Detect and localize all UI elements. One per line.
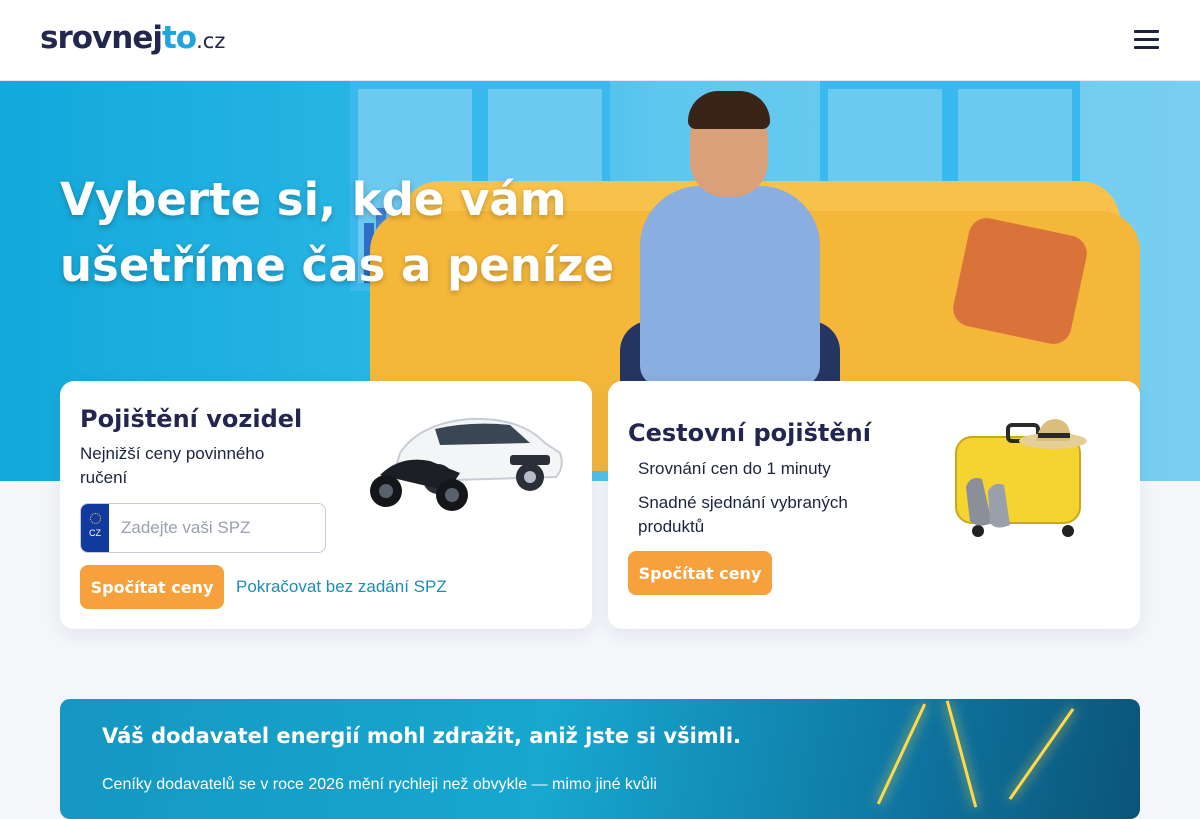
- spz-input-wrapper: CZ: [80, 503, 326, 553]
- lightning-decoration: [876, 703, 927, 805]
- hamburger-icon: [1134, 30, 1159, 33]
- site-header: srovnejto.cz: [0, 0, 1200, 81]
- energy-banner-title: Váš dodavatel energií mohl zdražit, aniž…: [102, 724, 742, 748]
- hero-title-line1: Vyberte si, kde vám: [60, 173, 567, 226]
- energy-promo-banner[interactable]: Váš dodavatel energií mohl zdražit, aniž…: [60, 699, 1140, 819]
- hero-title-line2: ušetříme čas a peníze: [60, 239, 614, 292]
- hamburger-icon-bar: [1134, 38, 1159, 41]
- continue-without-spz-link[interactable]: Pokračovat bez zadání SPZ: [236, 577, 447, 597]
- hero-title: Vyberte si, kde vám ušetříme čas a peníz…: [60, 167, 620, 299]
- car-motorcycle-image: [370, 417, 563, 511]
- vehicle-card-subtitle-line1: Nejnižší ceny povinného: [80, 444, 265, 463]
- spz-input[interactable]: [109, 504, 325, 552]
- logo-main-text: srovnej: [40, 20, 163, 56]
- vehicle-card-title: Pojištění vozidel: [80, 405, 303, 433]
- logo-tld-text: .cz: [196, 29, 226, 53]
- person-illustration-hair: [688, 91, 770, 129]
- site-logo[interactable]: srovnejto.cz: [40, 18, 225, 61]
- logo-accent-text: to: [161, 20, 197, 56]
- vehicle-card-subtitle-line2: ručení: [80, 468, 128, 487]
- hamburger-menu-button[interactable]: [1130, 26, 1164, 54]
- eu-stars-icon: [89, 513, 101, 524]
- travel-card-bullet: Snadné sjednání vybraných: [638, 493, 848, 512]
- travel-calculate-button[interactable]: Spočítat ceny: [628, 551, 772, 595]
- vehicle-calculate-button[interactable]: Spočítat ceny: [80, 565, 224, 609]
- energy-banner-text: Ceníky dodavatelů se v roce 2026 mění ry…: [102, 776, 657, 793]
- hamburger-icon-bar: [1134, 46, 1159, 49]
- person-illustration-body: [640, 186, 820, 386]
- vehicle-insurance-card: Pojištění vozidel Nejnižší ceny povinnéh…: [60, 381, 592, 629]
- suitcase-image: [955, 419, 1087, 537]
- eu-plate-flag-icon: CZ: [81, 504, 109, 552]
- travel-card-title: Cestovní pojištění: [628, 419, 871, 447]
- travel-card-bullet: Srovnání cen do 1 minuty: [638, 459, 831, 478]
- travel-card-bullet-continuation: produktů: [638, 517, 705, 536]
- travel-insurance-card: Cestovní pojištění Srovnání cen do 1 min…: [608, 381, 1140, 629]
- plate-country-code: CZ: [89, 528, 101, 538]
- lightning-decoration: [945, 700, 978, 808]
- lightning-decoration: [1008, 708, 1075, 800]
- vehicle-card-subtitle: Nejnižší ceny povinného ručení: [80, 442, 320, 490]
